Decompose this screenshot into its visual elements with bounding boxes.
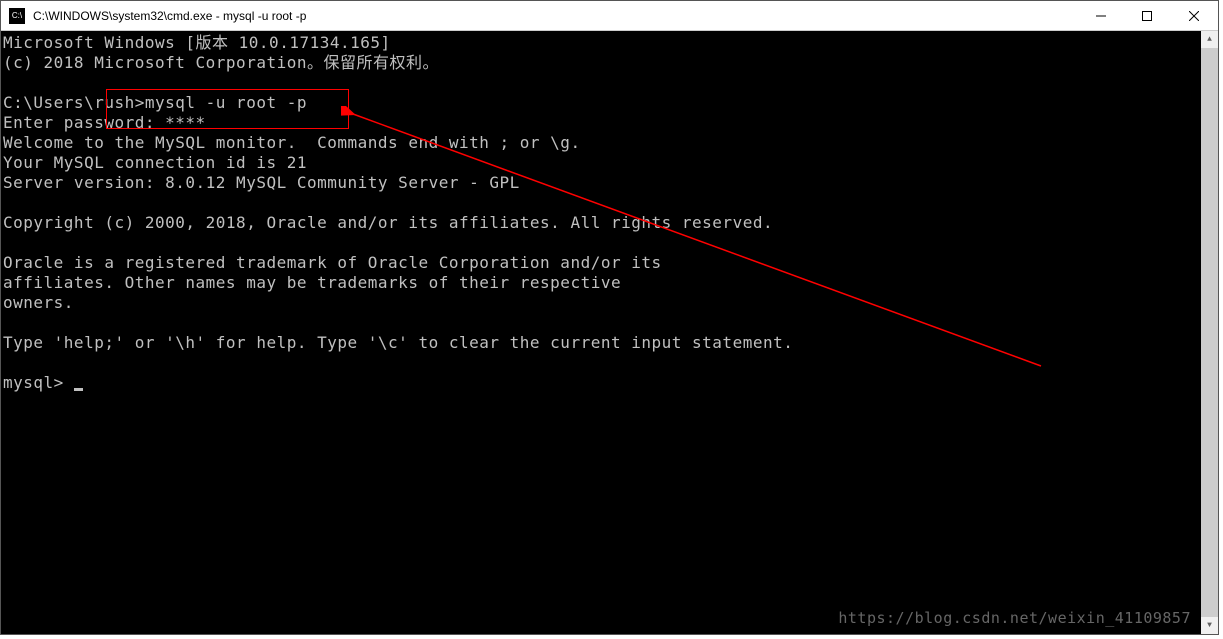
window-title: C:\WINDOWS\system32\cmd.exe - mysql -u r… — [31, 9, 1078, 23]
terminal-line: affiliates. Other names may be trademark… — [3, 273, 621, 292]
terminal-line: Microsoft Windows [版本 10.0.17134.165] — [3, 33, 391, 52]
window-controls — [1078, 1, 1218, 30]
mysql-prompt: mysql> — [3, 373, 74, 392]
maximize-button[interactable] — [1124, 1, 1170, 30]
terminal-line: Welcome to the MySQL monitor. Commands e… — [3, 133, 581, 152]
terminal-line: owners. — [3, 293, 74, 312]
vertical-scrollbar[interactable]: ▲ ▼ — [1201, 31, 1218, 634]
watermark: https://blog.csdn.net/weixin_41109857 — [838, 608, 1191, 628]
terminal-line: Enter password: **** — [3, 113, 206, 132]
terminal-line: Server version: 8.0.12 MySQL Community S… — [3, 173, 520, 192]
cursor — [74, 388, 83, 391]
terminal-area: Microsoft Windows [版本 10.0.17134.165] (c… — [1, 31, 1218, 634]
scroll-down-arrow[interactable]: ▼ — [1201, 617, 1218, 634]
close-icon — [1189, 11, 1199, 21]
minimize-button[interactable] — [1078, 1, 1124, 30]
terminal-content[interactable]: Microsoft Windows [版本 10.0.17134.165] (c… — [1, 31, 1201, 634]
terminal-line: (c) 2018 Microsoft Corporation。保留所有权利。 — [3, 53, 439, 72]
terminal-line: Your MySQL connection id is 21 — [3, 153, 307, 172]
titlebar[interactable]: C:\ C:\WINDOWS\system32\cmd.exe - mysql … — [1, 1, 1218, 31]
scroll-track[interactable] — [1201, 48, 1218, 617]
prompt-path: C:\Users\rush> — [3, 93, 145, 112]
scroll-up-arrow[interactable]: ▲ — [1201, 31, 1218, 48]
cmd-window: C:\ C:\WINDOWS\system32\cmd.exe - mysql … — [0, 0, 1219, 635]
minimize-icon — [1096, 11, 1106, 21]
command-text: mysql -u root -p — [145, 93, 307, 112]
scroll-thumb[interactable] — [1201, 48, 1218, 617]
maximize-icon — [1142, 11, 1152, 21]
terminal-line: Type 'help;' or '\h' for help. Type '\c'… — [3, 333, 793, 352]
close-button[interactable] — [1170, 1, 1218, 30]
terminal-line: Copyright (c) 2000, 2018, Oracle and/or … — [3, 213, 773, 232]
terminal-line: Oracle is a registered trademark of Orac… — [3, 253, 662, 272]
cmd-icon: C:\ — [9, 8, 25, 24]
